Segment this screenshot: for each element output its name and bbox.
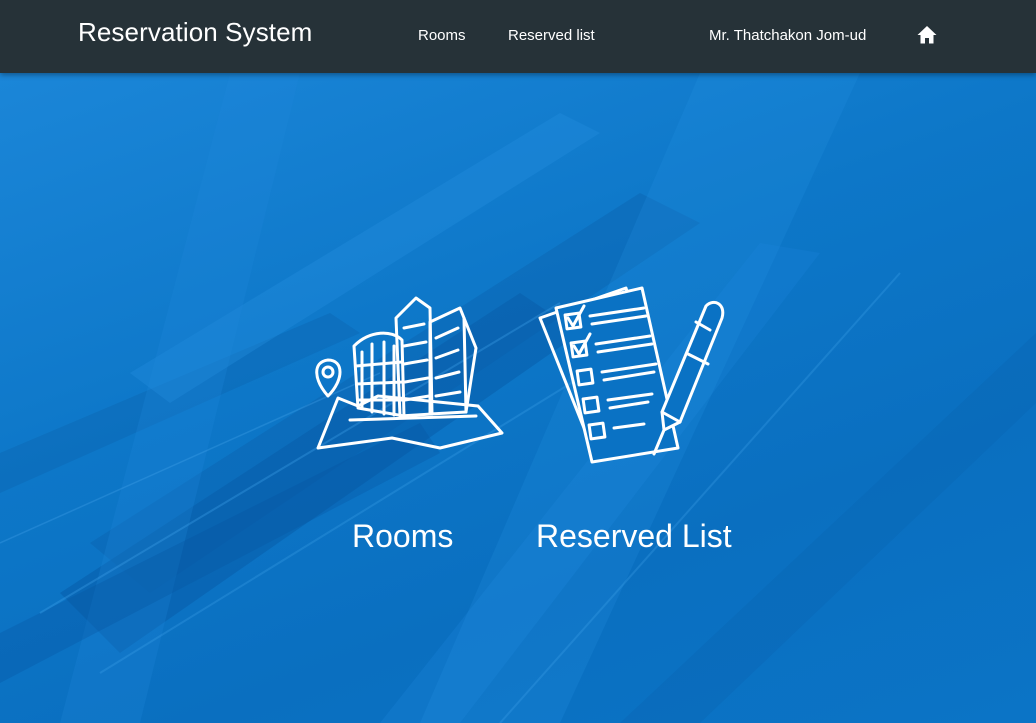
reserved-list-card[interactable]: Reserved List [530, 278, 740, 558]
home-button[interactable] [916, 24, 938, 46]
checklist-pen-icon [538, 286, 725, 464]
rooms-label: Rooms [352, 518, 454, 554]
home-icon [917, 26, 937, 44]
nav-link-rooms[interactable]: Rooms [418, 27, 466, 44]
building-map-icon [315, 296, 504, 450]
hero-section: Rooms Reserved List [0, 73, 1036, 723]
top-navbar: Reservation System Rooms Reserved list M… [0, 0, 1036, 73]
building-background [0, 73, 1036, 723]
rooms-card[interactable]: Rooms [300, 288, 510, 558]
brand-link[interactable]: Reservation System [78, 17, 312, 48]
nav-link-reserved-list[interactable]: Reserved list [508, 27, 595, 44]
user-name-link[interactable]: Mr. Thatchakon Jom-ud [709, 27, 866, 44]
reserved-list-label: Reserved List [536, 518, 732, 554]
